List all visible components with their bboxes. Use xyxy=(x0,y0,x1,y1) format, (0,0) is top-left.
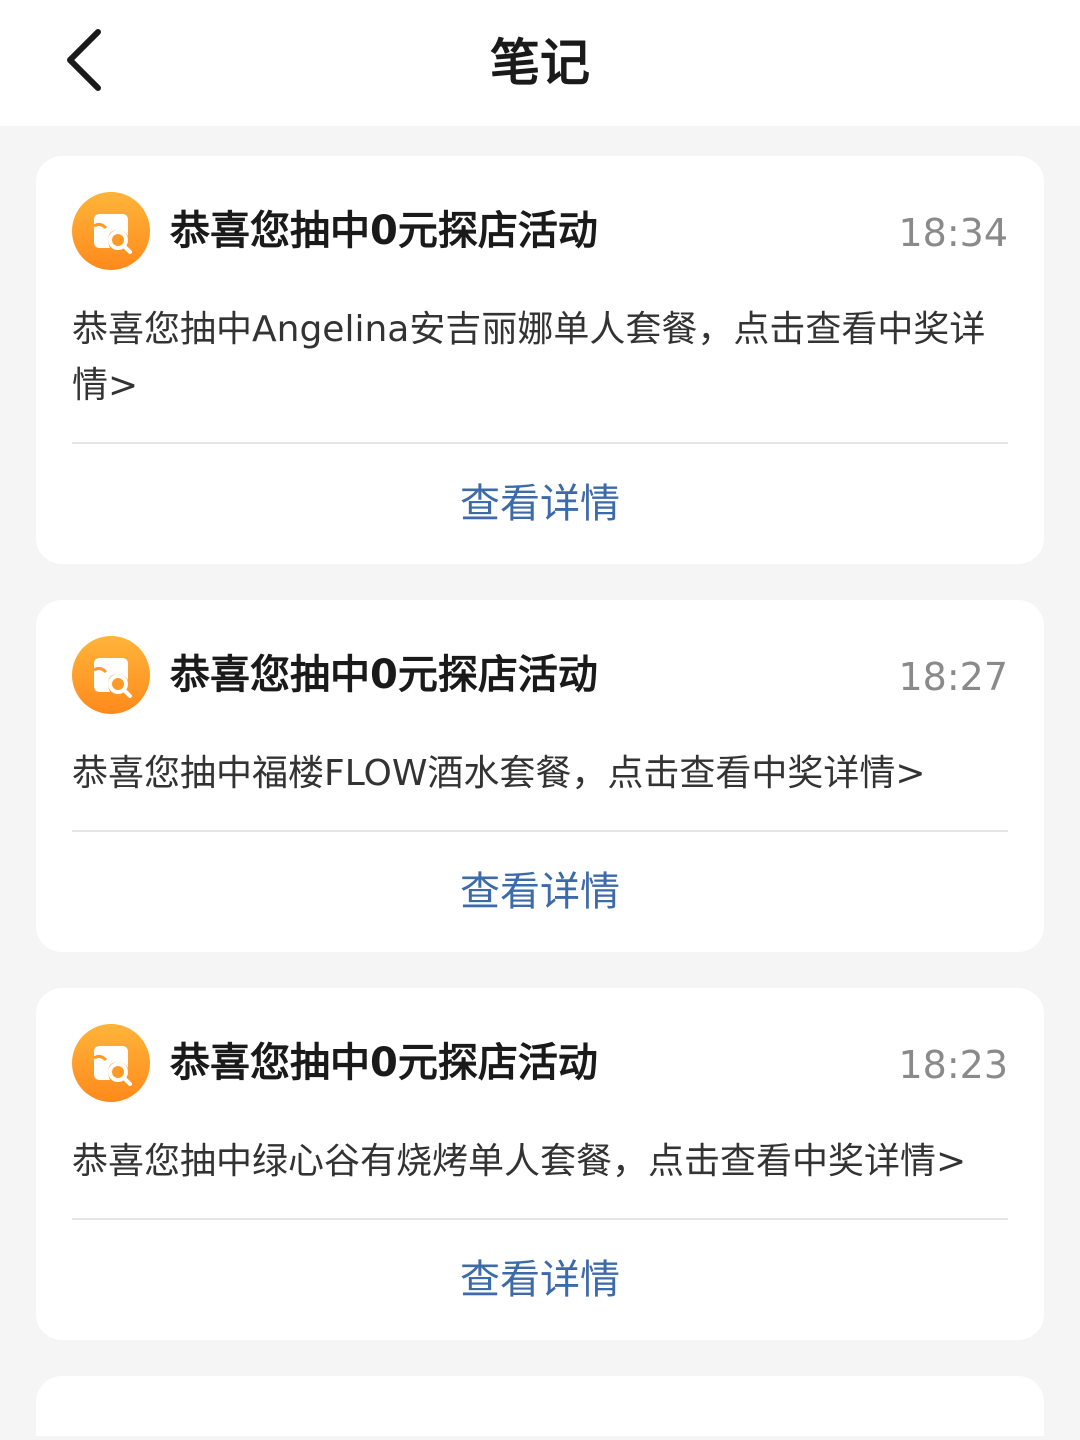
notification-card: 恭喜您抽中0元探店活动 18:23 恭喜您抽中绿心谷有烧烤单人套餐，点击查看中奖… xyxy=(36,988,1044,1340)
notification-time: 18:27 xyxy=(898,655,1008,699)
notification-title: 恭喜您抽中0元探店活动 xyxy=(170,208,598,254)
page-title: 笔记 xyxy=(490,34,590,92)
notification-title: 恭喜您抽中0元探店活动 xyxy=(170,1040,598,1086)
card-header: 恭喜您抽中0元探店活动 18:27 xyxy=(72,600,1008,750)
view-details-button[interactable]: 查看详情 xyxy=(72,1220,1008,1340)
notification-title: 恭喜您抽中0元探店活动 xyxy=(170,652,598,698)
card-header: 恭喜您抽中0元探店活动 18:34 xyxy=(72,156,1008,306)
notification-body[interactable]: 恭喜您抽中福楼FLOW酒水套餐，点击查看中奖详情> xyxy=(72,738,1008,830)
top-bar: 笔记 xyxy=(0,0,1080,126)
shop-search-icon xyxy=(72,1024,150,1102)
notification-card: 恭喜您抽中0元探店活动 18:27 恭喜您抽中福楼FLOW酒水套餐，点击查看中奖… xyxy=(36,600,1044,952)
notification-card: 恭喜您抽中0元探店活动 18:34 恭喜您抽中Angelina安吉丽娜单人套餐，… xyxy=(36,156,1044,564)
notification-time: 18:23 xyxy=(898,1043,1008,1087)
view-details-button[interactable]: 查看详情 xyxy=(72,832,1008,952)
view-details-button[interactable]: 查看详情 xyxy=(72,444,1008,564)
shop-search-icon xyxy=(72,636,150,714)
shop-search-icon xyxy=(72,192,150,270)
notification-body[interactable]: 恭喜您抽中Angelina安吉丽娜单人套餐，点击查看中奖详情> xyxy=(72,294,1008,442)
notification-body[interactable]: 恭喜您抽中绿心谷有烧烤单人套餐，点击查看中奖详情> xyxy=(72,1126,1008,1218)
notification-card-partial xyxy=(36,1376,1044,1436)
notification-list: 恭喜您抽中0元探店活动 18:34 恭喜您抽中Angelina安吉丽娜单人套餐，… xyxy=(36,156,1044,1436)
card-header: 恭喜您抽中0元探店活动 18:23 xyxy=(72,988,1008,1138)
notification-time: 18:34 xyxy=(898,211,1008,255)
